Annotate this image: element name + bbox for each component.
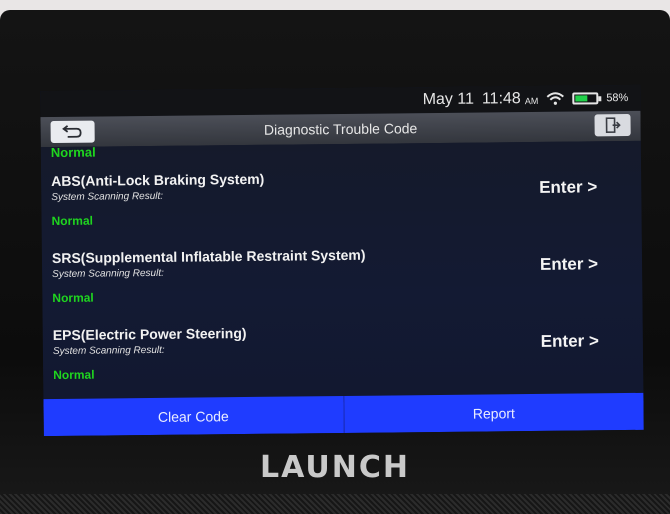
system-status: Normal [53,367,95,383]
enter-button[interactable]: Enter > [539,177,597,198]
system-name: ABS(Anti-Lock Braking System) [51,170,265,190]
clear-code-button[interactable]: Clear Code [43,395,344,437]
partial-status: Normal [50,144,96,161]
system-name: SRS(Supplemental Inflatable Restraint Sy… [51,246,366,267]
status-ampm: AM [524,95,539,107]
exit-door-icon [605,117,621,134]
device-grille [0,494,670,514]
device-screen: May 11 11:48 AM 58% Diagnostic Trouble C… [40,84,644,437]
system-status: Normal [52,290,94,306]
system-name: EPS(Electric Power Steering) [52,325,247,344]
wifi-icon [546,92,564,105]
scan-result-label: System Scanning Result: [52,267,164,281]
battery-level-fill [575,95,588,102]
system-status: Normal [51,213,93,229]
system-list: Normal ABS(Anti-Lock Braking System) Sys… [40,140,644,400]
battery-icon [572,92,599,105]
status-date: May 11 [422,90,475,109]
status-time: 11:48 [481,90,521,108]
system-item-eps[interactable]: EPS(Electric Power Steering) System Scan… [43,321,644,399]
brand-logo: LAUNCH [259,450,410,485]
system-item-abs[interactable]: ABS(Anti-Lock Braking System) System Sca… [41,167,642,247]
scan-result-label: System Scanning Result: [51,190,164,204]
scan-result-label: System Scanning Result: [52,344,165,358]
system-item-srs[interactable]: SRS(Supplemental Inflatable Restraint Sy… [42,244,643,324]
enter-button[interactable]: Enter > [541,331,599,352]
report-button[interactable]: Report [342,392,644,433]
action-bar: Clear Code Report [43,392,644,437]
battery-percent: 58% [606,91,629,105]
exit-button[interactable] [594,113,631,137]
enter-button[interactable]: Enter > [540,254,598,275]
page-title: Diagnostic Trouble Code [263,120,418,138]
status-cluster: May 11 11:48 AM 58% [423,89,629,109]
